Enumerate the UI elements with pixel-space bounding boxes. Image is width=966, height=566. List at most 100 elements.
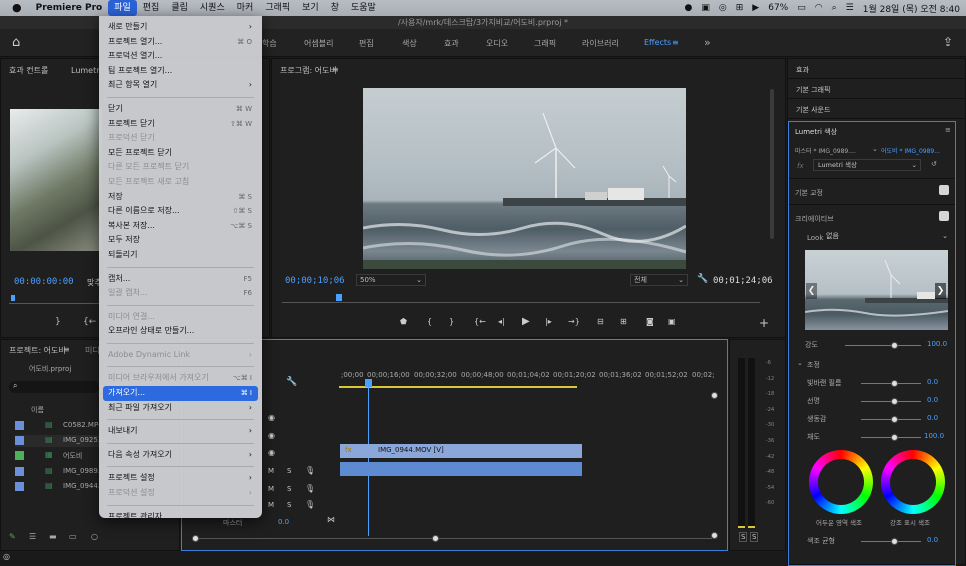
file-menu-item[interactable]: 프로덕션 열기... bbox=[99, 49, 262, 64]
adjustments-toggle-icon[interactable]: ⌄ bbox=[797, 359, 803, 367]
file-menu-item[interactable]: 닫기 ⌘ W bbox=[99, 102, 262, 117]
solo-left-button[interactable]: S bbox=[739, 532, 748, 542]
creative-checkbox[interactable] bbox=[939, 211, 949, 221]
play-tray-icon[interactable]: ▶ bbox=[752, 3, 759, 13]
project-title[interactable]: 프로젝트: 어도비 bbox=[9, 345, 66, 356]
zoom-slider-knob[interactable]: ○ bbox=[91, 532, 98, 541]
program-menu-icon[interactable]: ≡ bbox=[332, 65, 339, 74]
source-playhead[interactable] bbox=[11, 295, 15, 301]
quality-select[interactable]: 전체 ⌄ bbox=[630, 274, 688, 286]
faded-film-knob[interactable] bbox=[891, 380, 898, 387]
intensity-knob[interactable] bbox=[891, 342, 898, 349]
zoom-select[interactable]: 50% ⌄ bbox=[356, 274, 426, 286]
sharpen-knob[interactable] bbox=[891, 398, 898, 405]
timeline-v-scroll[interactable] bbox=[711, 392, 718, 542]
workspace-learning[interactable]: 학습 bbox=[262, 38, 277, 49]
file-menu-item[interactable]: 다른 이름으로 저장... ⇧⌘ S bbox=[99, 204, 262, 219]
file-menu-item[interactable]: 새로 만들기 › bbox=[99, 20, 262, 35]
menu-app-name[interactable]: Premiere Pro bbox=[30, 0, 109, 16]
battery-icon[interactable]: ▭ bbox=[797, 3, 806, 13]
icon-view-icon[interactable]: ▬ bbox=[49, 532, 57, 541]
file-menu-item[interactable]: 저장 ⌘ S bbox=[99, 190, 262, 205]
workspace-assembly[interactable]: 어셈블리 bbox=[304, 38, 333, 49]
look-preview[interactable] bbox=[805, 250, 948, 330]
mute-button[interactable]: M bbox=[268, 467, 274, 475]
work-area-bar[interactable] bbox=[339, 386, 577, 388]
sharpen-slider[interactable] bbox=[861, 398, 921, 405]
audio-clip[interactable] bbox=[340, 462, 582, 476]
cloud-icon[interactable]: ◎ bbox=[719, 3, 727, 13]
menu-view[interactable]: 보기 bbox=[296, 0, 325, 16]
program-playhead[interactable] bbox=[336, 294, 342, 301]
workspace-editing[interactable]: 편집 bbox=[359, 38, 374, 49]
step-forward-icon[interactable]: |▸ bbox=[545, 317, 552, 326]
faded-film-slider[interactable] bbox=[861, 380, 921, 387]
file-menu-item[interactable]: 팀 프로젝트 열기... bbox=[99, 64, 262, 79]
pencil-icon[interactable]: ✎ bbox=[9, 532, 16, 541]
column-name-header[interactable]: 이름 bbox=[31, 405, 44, 415]
mark-out-icon[interactable]: } bbox=[55, 317, 61, 327]
workspace-libraries[interactable]: 라이브러리 bbox=[582, 38, 619, 49]
share-icon[interactable]: ⇪ bbox=[943, 35, 953, 49]
effects-panel-item[interactable]: 효과 bbox=[788, 59, 966, 79]
file-menu-item[interactable]: 모든 프로젝트 닫기 bbox=[99, 146, 262, 161]
file-menu-item[interactable]: 최근 파일 가져오기 › bbox=[99, 401, 262, 416]
timeline-h-scroll[interactable] bbox=[192, 535, 712, 542]
project-search-input[interactable]: ⌕ bbox=[9, 381, 99, 393]
freeform-view-icon[interactable]: ▭ bbox=[69, 532, 77, 541]
menu-file[interactable]: 파일 bbox=[108, 0, 137, 16]
tint-balance-slider[interactable] bbox=[861, 538, 921, 545]
menu-clip[interactable]: 클립 bbox=[165, 0, 194, 16]
vibrance-knob[interactable] bbox=[891, 416, 898, 423]
mic-icon[interactable]: 🎙 bbox=[305, 484, 315, 493]
extract-icon[interactable]: ⊞ bbox=[620, 317, 627, 326]
source-timecode[interactable]: 00:00:00:00 bbox=[14, 277, 74, 287]
timeline-ruler[interactable]: ;00;00 00;00;16;00 00;00;32;00 00;00;48;… bbox=[339, 369, 715, 388]
wrench-icon[interactable]: 🔧 bbox=[286, 377, 297, 387]
search-icon[interactable]: ⌕ bbox=[832, 3, 837, 13]
file-menu-item[interactable]: 캡처... F5 bbox=[99, 272, 262, 287]
chevron-down-icon[interactable]: ⌄ bbox=[872, 145, 878, 153]
file-menu-item[interactable]: 내보내기 › bbox=[99, 424, 262, 439]
tab-media-browser[interactable]: 미디 bbox=[85, 345, 100, 356]
workspace-graphics[interactable]: 그래픽 bbox=[534, 38, 556, 49]
bowtie-icon[interactable]: ⋈ bbox=[327, 515, 335, 524]
sharpen-value[interactable]: 0.0 bbox=[927, 396, 938, 404]
eye-icon[interactable]: ◉ bbox=[268, 431, 275, 440]
intensity-value[interactable]: 100.0 bbox=[927, 340, 947, 348]
marker-icon[interactable]: ⬟ bbox=[400, 317, 407, 326]
step-back-icon[interactable]: ◂| bbox=[498, 317, 505, 326]
file-menu-item[interactable]: 프로젝트 관리자... bbox=[99, 510, 262, 525]
add-button-icon[interactable]: + bbox=[759, 316, 769, 330]
file-menu-item[interactable]: 되돌리기 bbox=[99, 248, 262, 263]
more-workspaces-icon[interactable]: » bbox=[704, 36, 711, 49]
workspace-effects-active[interactable]: Effects bbox=[644, 38, 671, 47]
go-to-in-icon[interactable]: {← bbox=[83, 317, 96, 327]
basic-correction-checkbox[interactable] bbox=[939, 185, 949, 195]
solo-right-button[interactable]: S bbox=[750, 532, 759, 542]
apple-icon[interactable]: ● bbox=[0, 0, 30, 16]
master-track-value[interactable]: 0.0 bbox=[278, 518, 289, 526]
essential-graphics-item[interactable]: 기본 그래픽 bbox=[788, 79, 966, 99]
clock-text[interactable]: 1월 28일 (목) 오전 8:40 bbox=[863, 2, 960, 15]
mark-in-icon[interactable]: { bbox=[427, 317, 432, 326]
program-timecode[interactable]: 00;00;10;06 bbox=[285, 276, 345, 286]
effect-select[interactable]: Lumetri 색상 ⌄ bbox=[813, 159, 921, 171]
vibrance-value[interactable]: 0.0 bbox=[927, 414, 938, 422]
source-scrub-bar[interactable] bbox=[9, 303, 99, 304]
lumetri-menu-icon[interactable]: ≡ bbox=[945, 126, 951, 134]
essential-sound-item[interactable]: 기본 사운드 bbox=[788, 99, 966, 119]
camera-icon[interactable]: ◙ bbox=[646, 317, 654, 326]
tab-effect-controls[interactable]: 효과 컨트롤 bbox=[9, 65, 48, 76]
file-menu-item[interactable]: 최근 항목 열기 › bbox=[99, 78, 262, 93]
go-to-in-icon[interactable]: {← bbox=[474, 317, 486, 326]
eye-icon[interactable]: ◉ bbox=[268, 448, 275, 457]
lumetri-title[interactable]: Lumetri 색상 bbox=[795, 127, 837, 137]
look-next-button[interactable]: ❯ bbox=[935, 283, 946, 299]
faded-film-value[interactable]: 0.0 bbox=[927, 378, 938, 386]
program-scrub-bar[interactable] bbox=[282, 302, 760, 303]
menu-window[interactable]: 창 bbox=[325, 0, 345, 16]
solo-button[interactable]: S bbox=[287, 485, 291, 493]
master-clip-select[interactable]: 마스터 * IMG_0989.... bbox=[795, 146, 856, 155]
solo-button[interactable]: S bbox=[287, 467, 291, 475]
